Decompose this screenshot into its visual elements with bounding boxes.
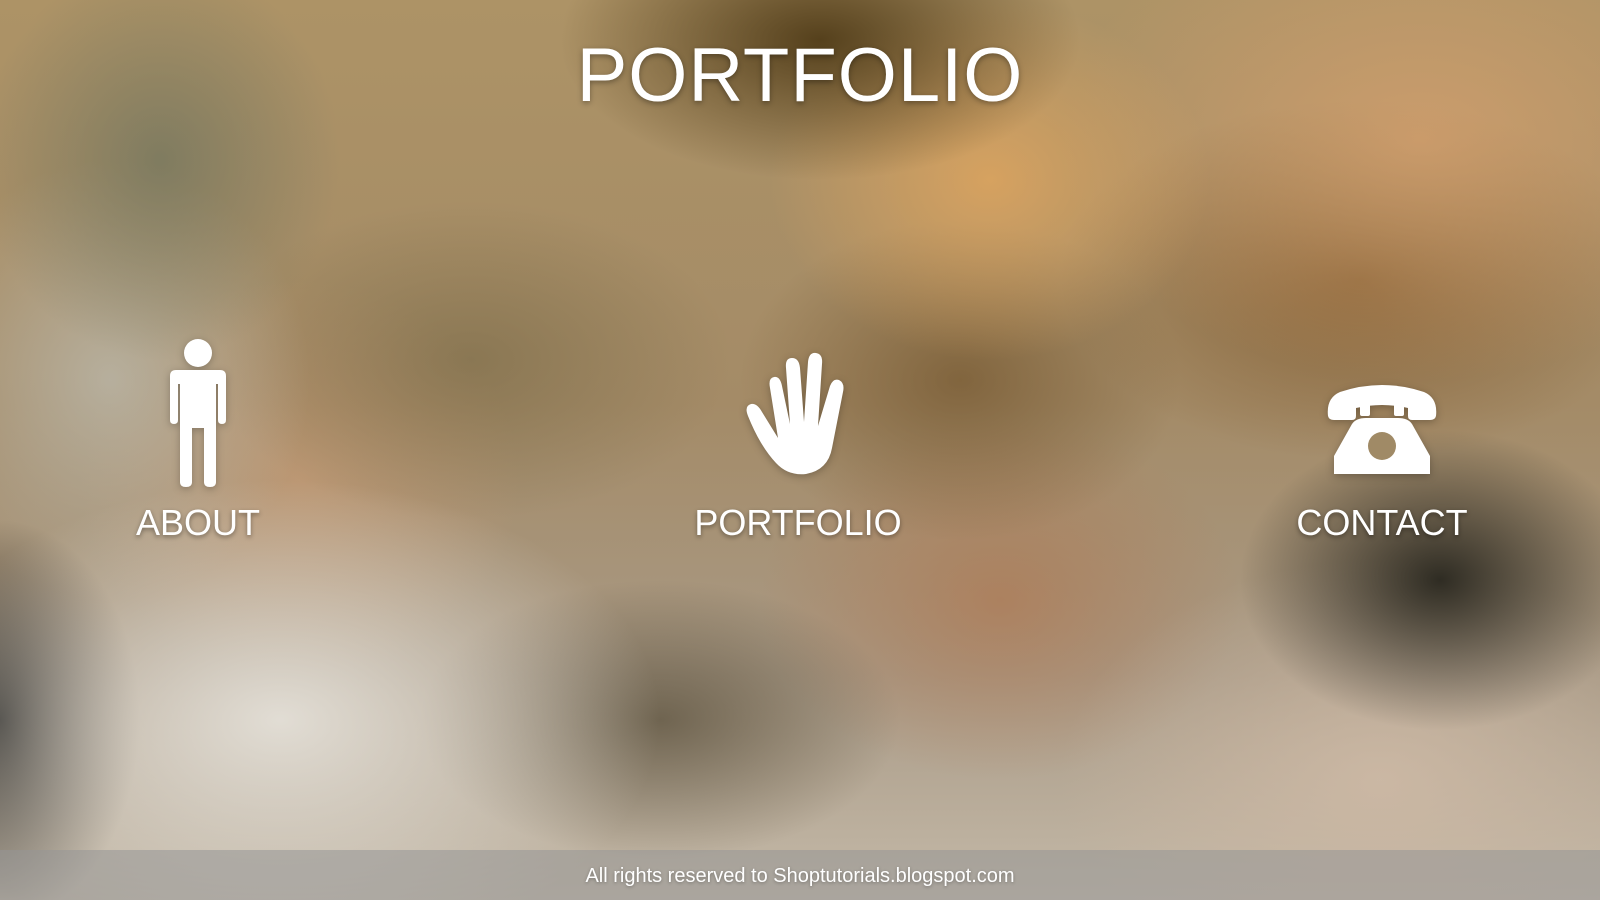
nav-about[interactable]: ABOUT <box>68 338 328 558</box>
footer-copyright: All rights reserved to Shoptutorials.blo… <box>585 865 1015 887</box>
nav-portfolio-label: PORTFOLIO <box>694 502 902 543</box>
telephone-icon <box>1252 338 1512 498</box>
nav-contact-label: CONTACT <box>1296 502 1468 543</box>
person-icon <box>68 338 328 498</box>
nav-portfolio[interactable]: PORTFOLIO <box>668 338 928 558</box>
footer: All rights reserved to Shoptutorials.blo… <box>0 850 1600 900</box>
nav-contact[interactable]: CONTACT <box>1252 338 1512 558</box>
page-title: PORTFOLIO <box>576 33 1024 118</box>
hand-icon <box>668 338 928 498</box>
nav-about-label: ABOUT <box>135 502 260 543</box>
